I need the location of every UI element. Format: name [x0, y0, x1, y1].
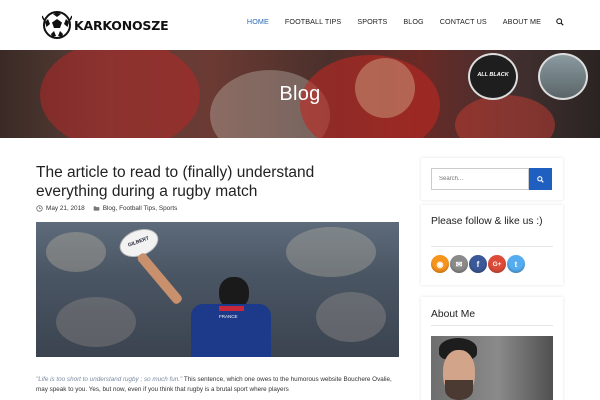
nav-item-football-tips[interactable]: FOOTBALL TIPS: [285, 17, 341, 26]
divider: [431, 246, 553, 247]
soccer-ball-icon: [42, 11, 72, 39]
search-icon[interactable]: [556, 17, 564, 26]
main-nav: HOME FOOTBALL TIPS SPORTS BLOG CONTACT U…: [231, 17, 564, 26]
sidebar-about-widget: About Me: [421, 297, 563, 400]
featured-image[interactable]: GILBERT FRANCE: [36, 222, 399, 357]
folder-icon: [93, 206, 100, 211]
twitter-icon[interactable]: t: [507, 255, 525, 273]
search-button[interactable]: [529, 168, 552, 190]
page-hero-banner: Blog ALL BLACK: [0, 50, 600, 138]
divider: [431, 325, 553, 326]
badge-text: ALL BLACK: [477, 72, 509, 78]
email-icon[interactable]: ✉: [450, 255, 468, 273]
player-arm: [136, 251, 184, 306]
sidebar-follow-widget: Please follow & like us :) ◉ ✉ f G+ t: [421, 205, 563, 285]
nav-item-sports[interactable]: SPORTS: [357, 17, 387, 26]
player-jersey: FRANCE: [191, 304, 271, 357]
logo-text: KARKONOSZE: [74, 17, 169, 33]
about-title: About Me: [431, 309, 476, 320]
search-icon: [537, 175, 544, 183]
author-beard: [445, 380, 473, 400]
follow-title: Please follow & like us :): [431, 216, 543, 227]
site-header: KARKONOSZE HOME FOOTBALL TIPS SPORTS BLO…: [0, 0, 600, 50]
post-date[interactable]: May 21, 2018: [46, 205, 85, 212]
google-plus-icon[interactable]: G+: [488, 255, 506, 273]
ball-brand-text: GILBERT: [127, 235, 150, 249]
nav-item-about-me[interactable]: ABOUT ME: [503, 17, 541, 26]
post-meta: May 21, 2018 Blog, Football Tips, Sports: [36, 205, 177, 212]
post-excerpt: "Life is too short to understand rugby ;…: [36, 375, 396, 395]
crowd-blur: [46, 232, 106, 272]
social-icons: ◉ ✉ f G+ t: [431, 255, 526, 273]
team-photo-badge: [538, 53, 588, 100]
post-categories[interactable]: Blog, Football Tips, Sports: [103, 205, 178, 212]
crowd-blur: [286, 227, 376, 277]
site-logo[interactable]: KARKONOSZE: [42, 10, 169, 40]
nav-item-contact-us[interactable]: CONTACT US: [440, 17, 487, 26]
crowd-blur: [56, 297, 136, 347]
rss-icon[interactable]: ◉: [431, 255, 449, 273]
nav-item-blog[interactable]: BLOG: [403, 17, 423, 26]
facebook-icon[interactable]: f: [469, 255, 487, 273]
search-input[interactable]: [431, 168, 529, 190]
post-title[interactable]: The article to read to (finally) underst…: [36, 163, 356, 201]
jersey-text: FRANCE: [219, 314, 238, 319]
author-photo: [431, 336, 553, 400]
sidebar-search-widget: [421, 158, 563, 200]
nav-item-home[interactable]: HOME: [247, 17, 269, 26]
excerpt-quote: "Life is too short to understand rugby ;…: [36, 376, 183, 383]
crowd-blur: [316, 292, 386, 342]
all-black-badge: ALL BLACK: [468, 53, 518, 100]
clock-icon: [36, 205, 43, 212]
jersey-collar: [219, 306, 244, 311]
